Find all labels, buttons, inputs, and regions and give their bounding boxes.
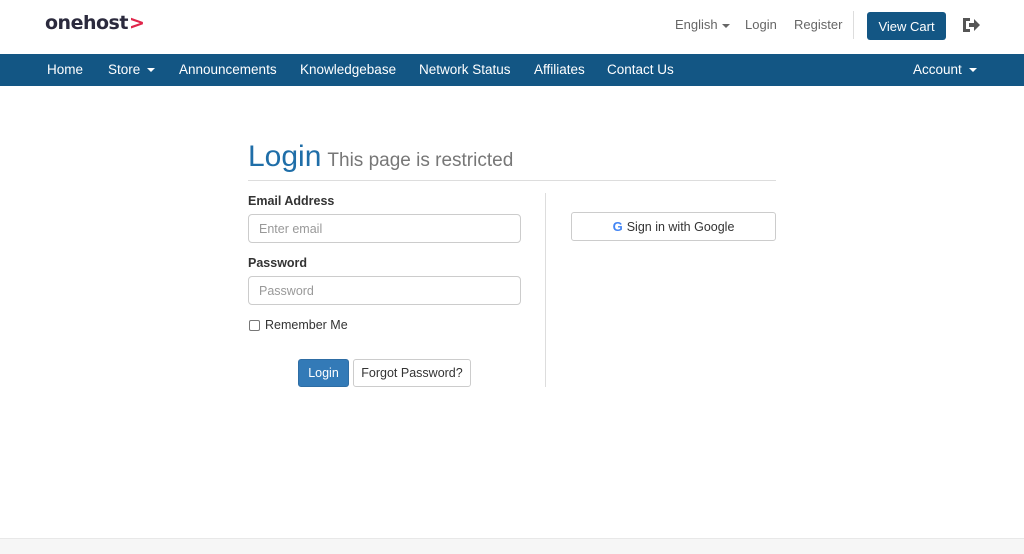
page-subtitle: This page is restricted (327, 150, 514, 171)
nav-contact-us[interactable]: Contact Us (607, 62, 674, 77)
forgot-password-button[interactable]: Forgot Password? (353, 359, 471, 387)
caret-down-icon (968, 68, 977, 73)
google-sign-in-button[interactable]: G Sign in with Google (571, 212, 776, 241)
logo-text: onehost (45, 12, 128, 34)
page-title: Login (248, 140, 322, 173)
nav-network-status[interactable]: Network Status (419, 62, 511, 77)
caret-down-icon (147, 68, 156, 73)
page-heading: Login This page is restricted (248, 140, 513, 174)
logo-arrow-icon: > (128, 12, 145, 34)
email-label: Email Address (248, 194, 335, 208)
language-label: English (675, 17, 718, 32)
remember-me-label[interactable]: Remember Me (265, 318, 348, 332)
main-navbar: Home Store Announcements Knowledgebase N… (0, 54, 1024, 86)
nav-store[interactable]: Store (108, 62, 156, 77)
nav-affiliates[interactable]: Affiliates (534, 62, 585, 77)
header-divider (853, 11, 854, 39)
footer-strip (0, 538, 1024, 554)
password-label: Password (248, 256, 308, 270)
email-field[interactable]: Enter email (248, 214, 521, 243)
google-icon: G (612, 219, 623, 234)
nav-store-label: Store (108, 62, 141, 77)
site-logo[interactable]: onehost> (45, 12, 145, 34)
header-register-link[interactable]: Register (794, 17, 842, 32)
google-sign-in-label: Sign in with Google (626, 219, 735, 234)
nav-account[interactable]: Account (913, 62, 977, 77)
nav-knowledgebase[interactable]: Knowledgebase (300, 62, 396, 77)
language-selector[interactable]: English (675, 17, 730, 32)
caret-down-icon (721, 23, 730, 28)
column-divider (545, 193, 546, 387)
header-login-link[interactable]: Login (745, 17, 777, 32)
remember-me-checkbox[interactable] (249, 320, 260, 331)
nav-announcements[interactable]: Announcements (179, 62, 277, 77)
password-field[interactable]: Password (248, 276, 521, 305)
heading-divider (248, 180, 776, 181)
top-header: onehost> English Login Register View Car… (0, 0, 1024, 54)
sign-out-icon[interactable] (961, 15, 981, 35)
nav-home[interactable]: Home (47, 62, 83, 77)
nav-account-label: Account (913, 62, 962, 77)
view-cart-button[interactable]: View Cart (867, 12, 946, 40)
login-button[interactable]: Login (298, 359, 349, 387)
